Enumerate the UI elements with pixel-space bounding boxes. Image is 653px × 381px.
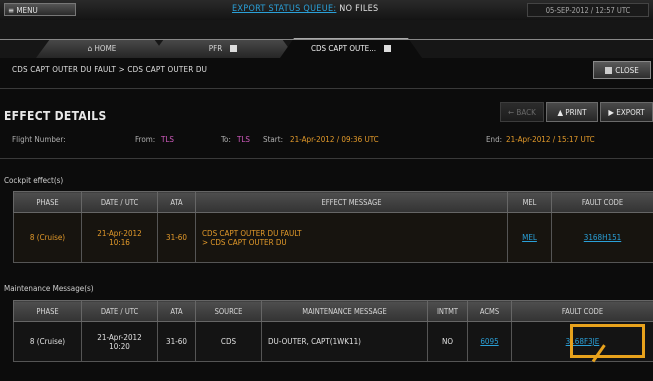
- export-status-value: NO FILES: [336, 4, 379, 14]
- table-header-row: PHASE DATE / UTC ATA EFFECT MESSAGE MEL …: [13, 191, 653, 213]
- column-header: DATE / UTC: [81, 191, 158, 213]
- print-icon: ▲: [557, 108, 563, 117]
- divider: [0, 158, 653, 159]
- cockpit-effects-table: PHASE DATE / UTC ATA EFFECT MESSAGE MEL …: [13, 191, 653, 263]
- date-cell: 21-Apr-2012 10:20: [81, 321, 158, 362]
- effect-message-line: CDS CAPT OUTER DU FAULT: [202, 228, 302, 238]
- tab-cds-label: CDS CAPT OUTE...: [310, 44, 377, 53]
- mel-link[interactable]: MEL: [522, 233, 537, 242]
- close-icon: [605, 67, 613, 74]
- flight-number-label: Flight Number:: [12, 135, 66, 144]
- close-tab-icon[interactable]: [384, 45, 391, 52]
- ata-cell: 31-60: [157, 212, 196, 263]
- source-cell: CDS: [195, 321, 262, 362]
- tab-pfr-label: PFR: [208, 44, 223, 53]
- to-label: To:: [221, 135, 231, 144]
- fault-code-cell: 3168H151: [551, 212, 653, 263]
- tab-home-label: ⌂ HOME: [87, 44, 117, 53]
- back-button[interactable]: ← BACK: [500, 102, 544, 122]
- acms-link[interactable]: 6095: [480, 337, 498, 346]
- export-button-label: EXPORT: [616, 108, 645, 117]
- acms-cell: 6095: [467, 321, 512, 362]
- column-header: FAULT CODE: [551, 191, 653, 213]
- mel-cell: MEL: [507, 212, 552, 263]
- column-header: PHASE: [13, 191, 82, 213]
- column-header: EFFECT MESSAGE: [195, 191, 508, 213]
- column-header: INTMT: [427, 300, 468, 322]
- end-value: 21-Apr-2012 / 15:17 UTC: [506, 135, 595, 144]
- print-button-label: PRINT: [565, 108, 587, 117]
- fault-code-link[interactable]: 3168H151: [584, 233, 621, 242]
- column-header: DATE / UTC: [81, 300, 158, 322]
- breadcrumb: CDS CAPT OUTER DU FAULT > CDS CAPT OUTER…: [12, 65, 208, 74]
- table-header-row: PHASE DATE / UTC ATA SOURCE MAINTENANCE …: [13, 300, 653, 322]
- effect-message-line: > CDS CAPT OUTER DU: [202, 237, 287, 247]
- date-value: 21-Apr-2012: [97, 228, 142, 238]
- from-value: TLS: [161, 135, 174, 144]
- highlight-box: [570, 324, 645, 358]
- current-datetime: 05-SEP-2012 / 12:57 UTC: [527, 3, 649, 17]
- time-value: 10:16: [109, 237, 130, 247]
- phase-cell: 8 (Cruise): [13, 321, 82, 362]
- divider: [0, 88, 653, 89]
- tab-cds-capt-outer[interactable]: CDS CAPT OUTE...: [280, 38, 422, 58]
- close-tab-icon[interactable]: [230, 45, 237, 52]
- print-button[interactable]: ▲ PRINT: [546, 102, 598, 122]
- from-label: From:: [135, 135, 156, 144]
- export-icon: ▶: [608, 108, 614, 117]
- tab-divider: [0, 39, 653, 40]
- column-header: MAINTENANCE MESSAGE: [261, 300, 428, 322]
- export-status-queue-link[interactable]: EXPORT STATUS QUEUE:: [232, 4, 336, 14]
- effect-message-cell: CDS CAPT OUTER DU FAULT > CDS CAPT OUTER …: [195, 212, 508, 263]
- column-header: MEL: [507, 191, 552, 213]
- page-title: EFFECT DETAILS: [4, 109, 107, 123]
- column-header: ATA: [157, 191, 196, 213]
- maintenance-messages-table: PHASE DATE / UTC ATA SOURCE MAINTENANCE …: [13, 300, 653, 362]
- tab-pfr[interactable]: PFR: [150, 39, 296, 58]
- close-button-label: CLOSE: [615, 66, 639, 75]
- close-button[interactable]: CLOSE: [593, 61, 651, 79]
- time-value: 10:20: [109, 341, 130, 351]
- ata-cell: 31-60: [157, 321, 196, 362]
- column-header: PHASE: [13, 300, 82, 322]
- flight-info-row: Flight Number: From: TLS To: TLS Start: …: [0, 130, 653, 150]
- end-label: End:: [486, 135, 503, 144]
- date-value: 21-Apr-2012: [97, 332, 142, 342]
- table-row[interactable]: 8 (Cruise) 21-Apr-2012 10:16 31-60 CDS CA…: [13, 212, 653, 263]
- start-label: Start:: [263, 135, 284, 144]
- date-cell: 21-Apr-2012 10:16: [81, 212, 158, 263]
- cockpit-effects-label: Cockpit effect(s): [4, 176, 64, 185]
- column-header: SOURCE: [195, 300, 262, 322]
- start-value: 21-Apr-2012 / 09:36 UTC: [290, 135, 379, 144]
- column-header: FAULT CODE: [511, 300, 653, 322]
- column-header: ATA: [157, 300, 196, 322]
- maintenance-messages-label: Maintenance Message(s): [4, 284, 94, 293]
- tab-home[interactable]: ⌂ HOME: [36, 39, 168, 58]
- to-value: TLS: [237, 135, 250, 144]
- export-status-queue: EXPORT STATUS QUEUE: NO FILES: [232, 4, 379, 14]
- table-row[interactable]: 8 (Cruise) 21-Apr-2012 10:20 31-60 CDS DU…: [13, 321, 653, 362]
- intmt-cell: NO: [427, 321, 468, 362]
- maintenance-message-cell: DU-OUTER, CAPT(1WK11): [261, 321, 428, 362]
- export-button[interactable]: ▶ EXPORT: [600, 102, 653, 122]
- column-header: ACMS: [467, 300, 512, 322]
- menu-button[interactable]: ≡ MENU: [4, 3, 76, 16]
- phase-cell: 8 (Cruise): [13, 212, 82, 263]
